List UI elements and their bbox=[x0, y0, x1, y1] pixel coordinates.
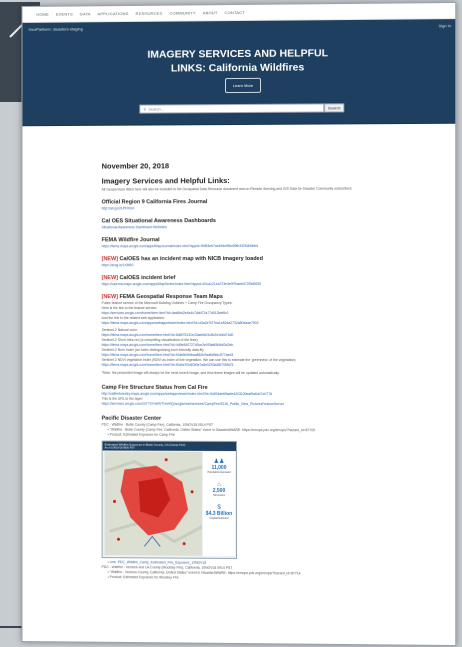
map-header: Estimated Wildfire Exposure in Butte Cou… bbox=[102, 441, 237, 451]
page-title-line2: LINKS: California Wildfires bbox=[170, 61, 305, 75]
map-image bbox=[104, 451, 203, 556]
site-name[interactable]: GeoPlatform: disasters-staging bbox=[28, 26, 82, 31]
intro-text: All Geoservices listed here will also be… bbox=[101, 186, 352, 192]
link-line[interactable]: https://fema.maps.arcgis.com/apps/webapp… bbox=[102, 321, 456, 326]
search-placeholder: Search... bbox=[148, 106, 165, 112]
stat-structures: ⌂ 2,500 Structures bbox=[213, 482, 225, 497]
search-button[interactable]: Search bbox=[324, 103, 345, 113]
section-link[interactable]: https://arcg.is/1X6i9G bbox=[102, 263, 456, 269]
nav-contact[interactable]: CONTACT bbox=[225, 10, 245, 15]
stat-label: Capital Exposed bbox=[209, 516, 229, 520]
section-caloes-brief: [NEW] CalOES incident brief https://cale… bbox=[102, 274, 456, 287]
nav-applications[interactable]: APPLICATIONS bbox=[98, 11, 129, 16]
section-camp-fire: Camp Fire Structure Status from Cal Fire… bbox=[102, 384, 456, 408]
map-stats-panel: ♟♟ 11,000 Population Exposed ⌂ 2,500 Str… bbox=[203, 451, 236, 556]
nav-community[interactable]: COMMUNITY bbox=[169, 10, 195, 15]
main-content: November 20, 2018 Imagery Services and H… bbox=[22, 124, 455, 583]
section-link[interactable]: Situational Awareness Dashboard Websites bbox=[102, 224, 456, 230]
learn-more-button[interactable]: Learn More bbox=[225, 77, 262, 94]
main-heading: Imagery Services and Helpful Links: bbox=[101, 176, 230, 186]
nav-home[interactable]: HOME bbox=[36, 12, 49, 17]
stat-label: Population Exposed bbox=[207, 470, 231, 474]
stat-label: Structures bbox=[213, 493, 225, 497]
new-badge: [NEW] bbox=[101, 294, 118, 301]
fire-map-graphic bbox=[104, 451, 203, 556]
link-line[interactable]: https://fema.maps.arcgis.com/home/item.h… bbox=[102, 363, 456, 368]
section-caloes-dashboards: Cal OES Situational Awareness Dashboards… bbox=[102, 216, 456, 230]
nav-about[interactable]: ABOUT bbox=[203, 10, 218, 15]
web-page: HOME EVENTS DATA APPLICATIONS RESOURCES … bbox=[21, 1, 457, 647]
section-geo-team: [NEW] FEMA Geospatial Response Team Maps… bbox=[102, 293, 456, 377]
exposure-map[interactable]: Estimated Wildfire Exposure in Butte Cou… bbox=[101, 440, 238, 559]
new-badge: [NEW] bbox=[101, 275, 118, 282]
signin-link[interactable]: Sign In bbox=[439, 23, 452, 28]
new-badge: [NEW] bbox=[101, 256, 118, 263]
stat-capital: $ $4.3 Billion Capital Exposed bbox=[206, 505, 232, 520]
note-line: *Note: the presented Image will always b… bbox=[101, 370, 280, 376]
stat-population: ♟♟ 11,000 Population Exposed bbox=[207, 458, 230, 474]
search-input[interactable]: ⚲ Search... bbox=[139, 103, 325, 114]
hero-banner: GeoPlatform: disasters-staging Sign In I… bbox=[22, 19, 456, 127]
page-title: IMAGERY SERVICES AND HELPFUL LINKS: Cali… bbox=[22, 45, 455, 76]
post-date: November 20, 2018 bbox=[101, 161, 170, 171]
section-link[interactable]: https://fema.maps.arcgis.com/apps/MapJou… bbox=[102, 243, 456, 249]
map-subtitle: As of 10NOV18 0830 PST bbox=[104, 446, 135, 450]
nav-events[interactable]: EVENTS bbox=[56, 12, 73, 17]
section-fema-journal: FEMA Wildfire Journal https://fema.maps.… bbox=[102, 235, 456, 249]
nav-resources[interactable]: RESOURCES bbox=[136, 11, 163, 16]
search-bar: ⚲ Search... Search bbox=[139, 103, 345, 114]
section-caloes-incident-map: [NEW] CalOES has an incident map with NI… bbox=[102, 255, 456, 269]
bullet-item: • Product: Estimated Exposure for Camp F… bbox=[107, 432, 175, 437]
section-pdc: Pacific Disaster Center PDC - Wildfire -… bbox=[101, 415, 456, 583]
section-title: [NEW] FEMA Geospatial Response Team Maps bbox=[101, 294, 223, 301]
link-line[interactable]: https://services.arcgis.com/11F73YnMlVTH… bbox=[102, 402, 456, 408]
search-icon: ⚲ bbox=[143, 106, 147, 112]
section-region9: Official Region 9 California Fires Journ… bbox=[102, 197, 456, 211]
nav-data[interactable]: DATA bbox=[80, 11, 91, 16]
section-link[interactable]: https://calema.maps.arcgis.com/apps/MapS… bbox=[102, 282, 456, 287]
